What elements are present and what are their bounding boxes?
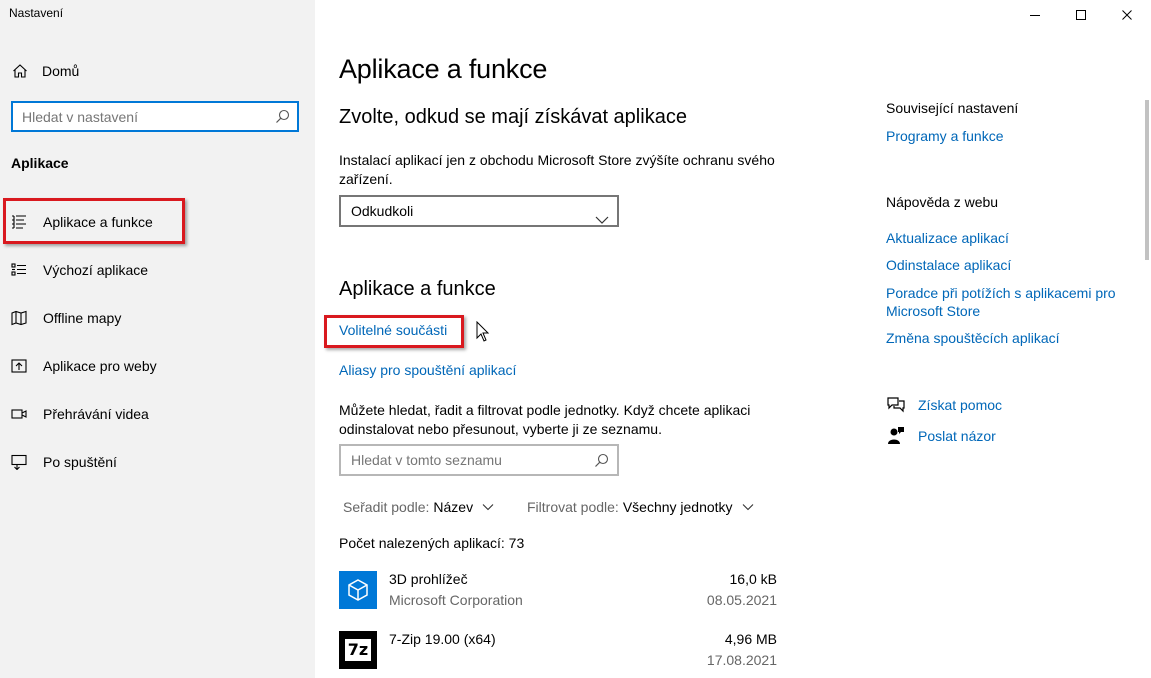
web-help-link-store-troubleshooter[interactable]: Poradce při potížích s aplikacemi pro Mi… xyxy=(886,284,1131,320)
web-help-link-uninstall[interactable]: Odinstalace aplikací xyxy=(886,256,1131,274)
window-title: Nastavení xyxy=(9,6,64,20)
maximize-icon xyxy=(1076,10,1086,20)
source-description: Instalací aplikací jen z obchodu Microso… xyxy=(339,152,775,187)
chevron-down-icon xyxy=(482,504,494,511)
mouse-cursor-icon xyxy=(476,321,490,342)
sidebar-item-label: Aplikace pro weby xyxy=(43,358,157,374)
app-size: 16,0 kB xyxy=(729,571,777,587)
app-list-search-input[interactable] xyxy=(341,446,581,474)
sidebar-item-label: Přehrávání videa xyxy=(43,406,149,422)
sidebar-item-label: Offline mapy xyxy=(43,310,122,326)
home-label: Domů xyxy=(42,63,80,79)
web-help-heading: Nápověda z webu xyxy=(886,194,999,210)
apps-features-icon xyxy=(10,213,28,231)
app-publisher: Microsoft Corporation xyxy=(389,592,523,608)
sort-label: Seřadit podle: xyxy=(343,499,430,515)
programs-features-link[interactable]: Programy a funkce xyxy=(886,127,1131,145)
get-help-link[interactable]: Získat pomoc xyxy=(886,395,1002,415)
sidebar-item-apps-features[interactable]: Aplikace a funkce xyxy=(0,200,315,244)
7zip-icon: 7z xyxy=(339,631,377,669)
app-count: Počet nalezených aplikací: 73 xyxy=(339,535,525,551)
help-chat-icon xyxy=(887,397,905,413)
minimize-button[interactable] xyxy=(1012,0,1058,30)
7zip-icon-label: 7z xyxy=(345,639,371,661)
sidebar-item-label: Aplikace a funkce xyxy=(43,214,153,230)
apps-for-websites-icon xyxy=(10,357,28,375)
sidebar: Nastavení Domů Aplikace Aplikace a funkc… xyxy=(0,0,315,678)
close-icon xyxy=(1122,10,1132,20)
app-name: 3D prohlížeč xyxy=(389,571,468,587)
video-icon xyxy=(10,405,28,423)
filter-value: Všechny jednotky xyxy=(622,499,733,515)
startup-icon xyxy=(10,453,28,471)
optional-features-link[interactable]: Volitelné součásti xyxy=(339,322,447,338)
app-aliases-link[interactable]: Aliasy pro spouštění aplikací xyxy=(339,362,516,378)
chevron-down-icon xyxy=(742,504,753,511)
home-icon xyxy=(10,61,30,81)
main-content: Aplikace a funkce Zvolte, odkud se mají … xyxy=(315,0,1151,678)
close-button[interactable] xyxy=(1104,0,1150,30)
feedback-person-icon xyxy=(888,427,904,444)
apps-heading: Aplikace a funkce xyxy=(339,278,496,300)
sidebar-item-video-playback[interactable]: Přehrávání videa xyxy=(0,392,315,436)
minimize-icon xyxy=(1030,15,1040,16)
app-list-item[interactable]: 3D prohlížeč Microsoft Corporation 16,0 … xyxy=(339,571,779,617)
web-help-link-startup-apps[interactable]: Změna spouštěcích aplikací xyxy=(886,329,1131,347)
settings-search-box[interactable] xyxy=(11,101,299,132)
related-settings-heading: Související nastavení xyxy=(886,100,1019,116)
settings-search-input[interactable] xyxy=(13,103,263,130)
app-source-value: Odkudkoli xyxy=(351,203,414,219)
sidebar-item-offline-maps[interactable]: Offline mapy xyxy=(0,296,315,340)
app-date: 08.05.2021 xyxy=(706,592,777,608)
app-source-dropdown[interactable]: Odkudkoli xyxy=(339,195,619,227)
sort-value: Název xyxy=(433,499,474,515)
sort-dropdown[interactable]: Seřadit podle: Název xyxy=(343,499,494,515)
app-list-search-box[interactable] xyxy=(339,444,619,476)
app-list-item[interactable]: 7z 7-Zip 19.00 (x64) 4,96 MB 17.08.2021 xyxy=(339,631,779,677)
app-name: 7-Zip 19.00 (x64) xyxy=(389,631,496,647)
get-help-label: Získat pomoc xyxy=(918,397,1003,413)
filter-dropdown[interactable]: Filtrovat podle: Všechny jednotky xyxy=(527,499,754,515)
sidebar-item-label: Výchozí aplikace xyxy=(43,262,149,278)
feedback-link[interactable]: Poslat názor xyxy=(886,426,996,446)
3d-viewer-icon xyxy=(339,571,377,609)
app-size: 4,96 MB xyxy=(724,631,777,647)
sidebar-item-label: Po spuštění xyxy=(43,454,117,470)
sidebar-item-startup[interactable]: Po spuštění xyxy=(0,440,315,484)
source-heading: Zvolte, odkud se mají získávat aplikace xyxy=(339,106,687,128)
section-label: Aplikace xyxy=(11,155,69,171)
filter-label: Filtrovat podle: xyxy=(527,499,619,515)
sidebar-item-apps-for-websites[interactable]: Aplikace pro weby xyxy=(0,344,315,388)
app-date: 17.08.2021 xyxy=(706,652,777,668)
apps-description: Můžete hledat, řadit a filtrovat podle j… xyxy=(339,402,751,437)
scrollbar-thumb[interactable] xyxy=(1145,100,1149,260)
web-help-link-app-updates[interactable]: Aktualizace aplikací xyxy=(886,229,1131,247)
maximize-button[interactable] xyxy=(1058,0,1104,30)
map-icon xyxy=(10,309,28,327)
home-nav-item[interactable]: Domů xyxy=(10,60,79,82)
search-icon[interactable] xyxy=(594,453,609,468)
search-icon[interactable] xyxy=(275,109,290,124)
feedback-label: Poslat názor xyxy=(918,428,996,444)
chevron-down-icon xyxy=(595,206,609,224)
sidebar-item-default-apps[interactable]: Výchozí aplikace xyxy=(0,248,315,292)
default-apps-icon xyxy=(10,261,28,279)
page-title: Aplikace a funkce xyxy=(339,54,548,84)
